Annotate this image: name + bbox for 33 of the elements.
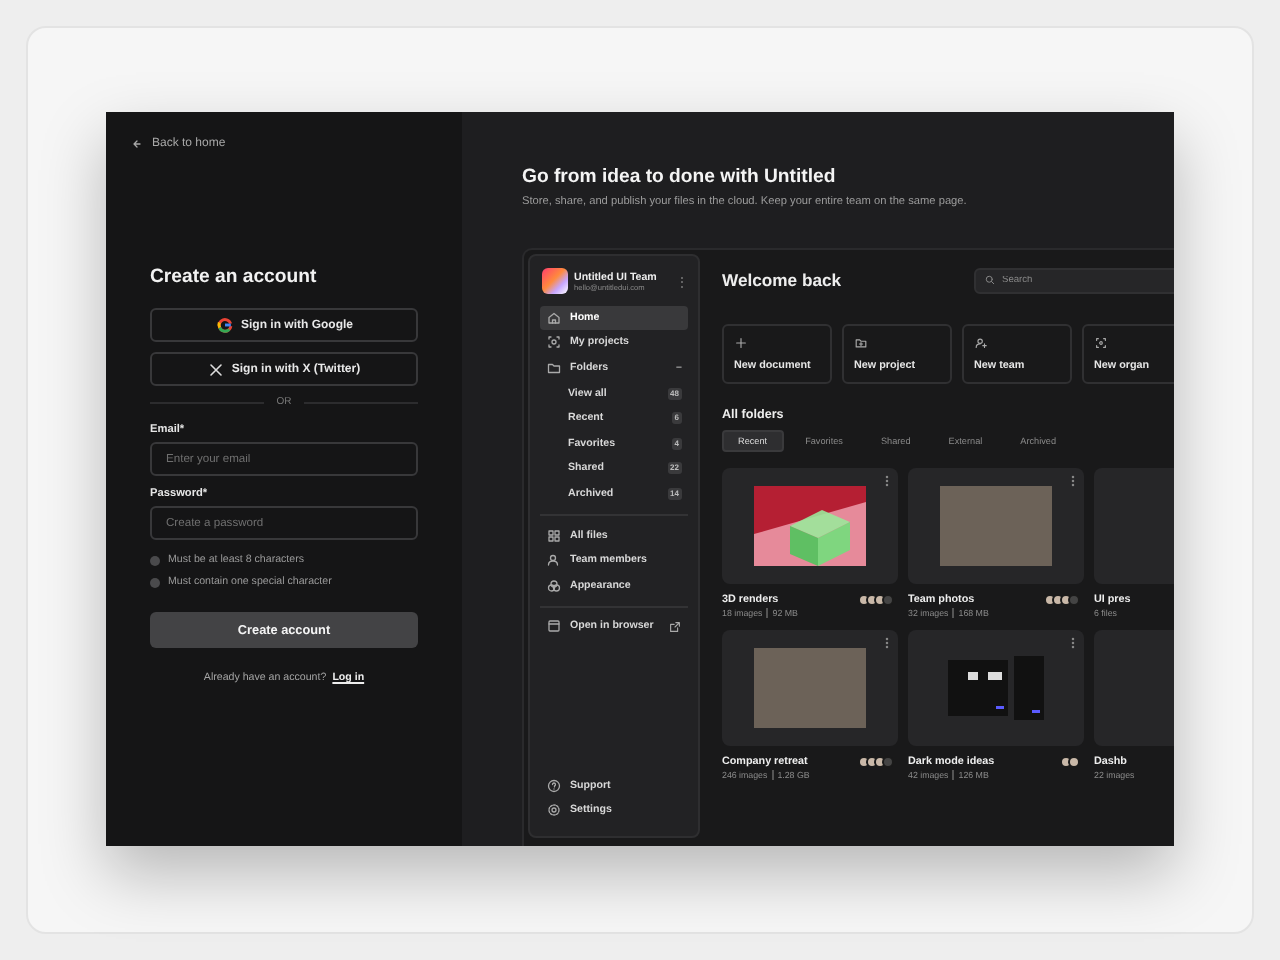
- more-icon: [880, 474, 894, 488]
- external-link-icon: [668, 619, 682, 634]
- arrow-left-icon: [130, 136, 146, 152]
- search-icon: [984, 274, 996, 286]
- scan-frame-icon: [546, 334, 562, 351]
- folder-plus-icon: [854, 336, 868, 350]
- more-icon: [880, 636, 894, 650]
- more-avatars-icon: [882, 756, 894, 768]
- more-avatars-icon: [1068, 594, 1080, 606]
- more-icon: [1066, 636, 1080, 650]
- promo-heading: Go from idea to done with Untitled: [522, 166, 838, 188]
- plus-icon: [734, 336, 748, 350]
- google-logo-icon: [215, 316, 233, 334]
- settings-icon: [546, 802, 562, 819]
- welcome-heading: Welcome back: [722, 270, 842, 290]
- folder-icon: [546, 359, 562, 376]
- photo-placeholder: [754, 648, 866, 728]
- folder-card[interactable]: [722, 468, 898, 584]
- help-icon: [546, 777, 562, 794]
- grid-icon: [546, 527, 562, 544]
- team-logo-icon: [542, 268, 568, 294]
- user-icon: [546, 552, 562, 569]
- browser-window-icon: [546, 618, 562, 635]
- house-icon: [546, 309, 562, 326]
- form-title: Create an account: [150, 266, 319, 288]
- photo-placeholder: [940, 486, 1052, 566]
- x-logo-icon: [207, 361, 224, 377]
- more-avatars-icon: [882, 594, 894, 606]
- circles-icon: [546, 577, 562, 594]
- scan-frame-icon: [1094, 336, 1108, 350]
- more-icon: [1066, 474, 1080, 488]
- user-plus-icon: [974, 336, 988, 350]
- render-image-drawing: [754, 486, 866, 566]
